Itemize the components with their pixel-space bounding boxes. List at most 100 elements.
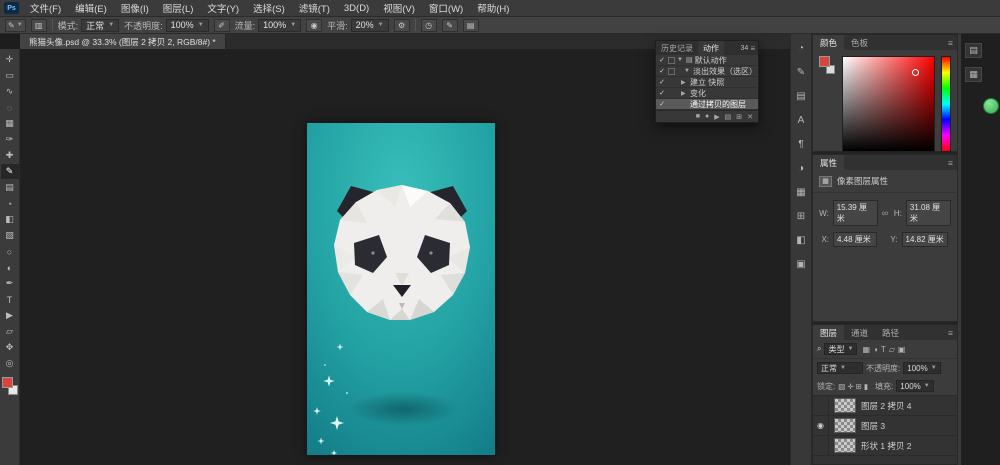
dialog-toggle[interactable] [668,68,675,75]
record-icon[interactable]: ● [705,113,709,120]
tab-channels[interactable]: 通道 [844,325,875,340]
zoom-tool[interactable]: ◎ [1,356,19,371]
chevron-right-icon[interactable]: ▶ [681,90,688,97]
styles-panel-icon[interactable]: ◧ [793,233,809,247]
action-step-row[interactable]: ✓ ▶ 建立 快照 [656,77,758,88]
menu-help[interactable]: 帮助(H) [470,1,516,15]
eraser-tool[interactable]: ◧ [1,212,19,227]
filter-adjustment-icon[interactable]: ◑ [873,345,878,354]
brush-settings-toggle[interactable]: ▥ [31,19,47,32]
lock-artboard-icon[interactable]: ⊞ [856,382,862,391]
navigator-panel-icon[interactable]: ▦ [793,185,809,199]
libraries-panel-icon[interactable]: ▦ [965,67,982,82]
menu-type[interactable]: 文字(Y) [200,1,246,15]
action-row[interactable]: ✓ ▼ 淡出效果（选区） [656,66,758,77]
dodge-tool[interactable]: ◐ [1,260,19,275]
notes-panel-icon[interactable]: ▣ [793,257,809,271]
brush-angle-control[interactable]: ◷ [421,19,437,32]
filter-type-icon[interactable]: T [881,345,886,354]
quick-selection-tool[interactable]: ◌ [1,100,19,115]
mode-select[interactable]: 正常 ▼ [81,19,119,32]
healing-brush-tool[interactable]: ✚ [1,148,19,163]
y-field[interactable]: 14.82 厘米 [902,232,948,247]
pen-tool[interactable]: ✒ [1,276,19,291]
filter-pixel-icon[interactable]: ▦ [862,345,870,354]
saturation-brightness-field[interactable] [842,56,935,152]
fill-select[interactable]: 100% ▼ [896,380,933,392]
lock-transparency-icon[interactable]: ▨ [838,382,845,391]
document-tab[interactable]: 熊猫头像.psd @ 33.3% (图层 2 拷贝 2, RGB/8#) * [20,34,226,49]
tab-history[interactable]: 历史记录 [656,41,698,55]
delete-icon[interactable]: ✕ [747,113,753,121]
clone-stamp-tool[interactable]: ▤ [1,180,19,195]
panel-menu-icon[interactable]: ≡ [948,158,957,168]
check-icon[interactable]: ✓ [658,89,666,97]
chevron-down-icon[interactable]: ▼ [684,68,691,74]
tab-color[interactable]: 颜色 [813,35,844,50]
history-brush-tool[interactable]: ◔ [1,196,19,211]
layer-row[interactable]: 形状 1 拷贝 2 [813,436,957,456]
move-tool[interactable]: ✛ [1,52,19,67]
pressure-opacity-toggle[interactable]: ✐ [214,19,230,32]
blur-tool[interactable]: ○ [1,244,19,259]
menu-view[interactable]: 视图(V) [376,1,422,15]
tab-layers[interactable]: 图层 [813,325,844,340]
panel-scrollbar[interactable] [958,34,961,465]
check-icon[interactable]: ✓ [658,56,666,64]
menu-layer[interactable]: 图层(L) [156,1,201,15]
action-set-row[interactable]: ✓ ▼ ▤ 默认动作 [656,55,758,66]
action-step-row-selected[interactable]: ✓ 通过拷贝的图层 [656,99,758,110]
new-action-icon[interactable]: ⊞ [736,113,742,121]
new-set-icon[interactable]: ▤ [725,113,732,121]
eyedropper-tool[interactable]: ✑ [1,132,19,147]
smoothing-options-gear-icon[interactable]: ⚙ [394,19,410,32]
lasso-tool[interactable]: ∿ [1,84,19,99]
filter-smartobject-icon[interactable]: ▣ [898,345,906,354]
visibility-toggle[interactable] [813,436,829,455]
check-icon[interactable]: ✓ [658,100,666,108]
layer-thumbnail[interactable] [834,418,856,433]
check-icon[interactable]: ✓ [658,78,666,86]
layer-row[interactable]: ◉ 图层 3 [813,416,957,436]
flow-select[interactable]: 100% ▼ [258,19,301,32]
type-tool[interactable]: T [1,292,19,307]
marquee-tool[interactable]: ▭ [1,68,19,83]
panel-menu-icon[interactable]: ≡ [750,44,758,53]
character-panel-icon[interactable]: A [793,113,809,127]
menu-filter[interactable]: 滤镜(T) [292,1,337,15]
filter-type-select[interactable]: 类型 ▼ [824,343,857,355]
visibility-toggle[interactable] [813,396,829,415]
brush-preset-picker[interactable]: ✎ ▼ [5,19,26,32]
learn-panel-icon[interactable]: ▤ [965,43,982,58]
layer-row[interactable]: 图层 2 拷贝 4 [813,396,957,416]
x-field[interactable]: 4.48 厘米 [833,232,877,247]
menu-3d[interactable]: 3D(D) [337,3,376,14]
visibility-toggle[interactable]: ◉ [813,416,829,435]
smoothing-select[interactable]: 20% ▼ [351,19,389,32]
tab-actions[interactable]: 动作 [698,41,724,55]
hand-tool[interactable]: ✥ [1,340,19,355]
lock-position-icon[interactable]: ✛ [847,382,853,391]
layer-thumbnail[interactable] [834,438,856,453]
tab-properties[interactable]: 属性 [813,155,844,170]
foreground-color-swatch[interactable] [2,377,13,388]
tab-paths[interactable]: 路径 [875,325,906,340]
history-panel-icon[interactable]: ◔ [793,41,809,55]
info-panel-icon[interactable]: ⊞ [793,209,809,223]
floating-green-badge[interactable] [983,98,999,114]
path-selection-tool[interactable]: ▶ [1,308,19,323]
lock-all-icon[interactable]: ▮ [864,382,868,391]
chevron-right-icon[interactable]: ▶ [681,79,688,86]
dialog-toggle[interactable] [668,57,675,64]
crop-tool[interactable]: ▦ [1,116,19,131]
clone-source-panel-icon[interactable]: ▤ [793,89,809,103]
width-field[interactable]: 15.39 厘米 [833,200,878,226]
brush-tool[interactable]: ✎ [1,164,19,179]
layer-thumbnail[interactable] [834,398,856,413]
menu-window[interactable]: 窗口(W) [422,1,470,15]
menu-image[interactable]: 图像(I) [114,1,156,15]
foreground-color-swatch[interactable] [819,56,830,67]
menu-file[interactable]: 文件(F) [23,1,68,15]
gradient-tool[interactable]: ▧ [1,228,19,243]
link-dimensions-icon[interactable]: ∞ [882,208,888,218]
